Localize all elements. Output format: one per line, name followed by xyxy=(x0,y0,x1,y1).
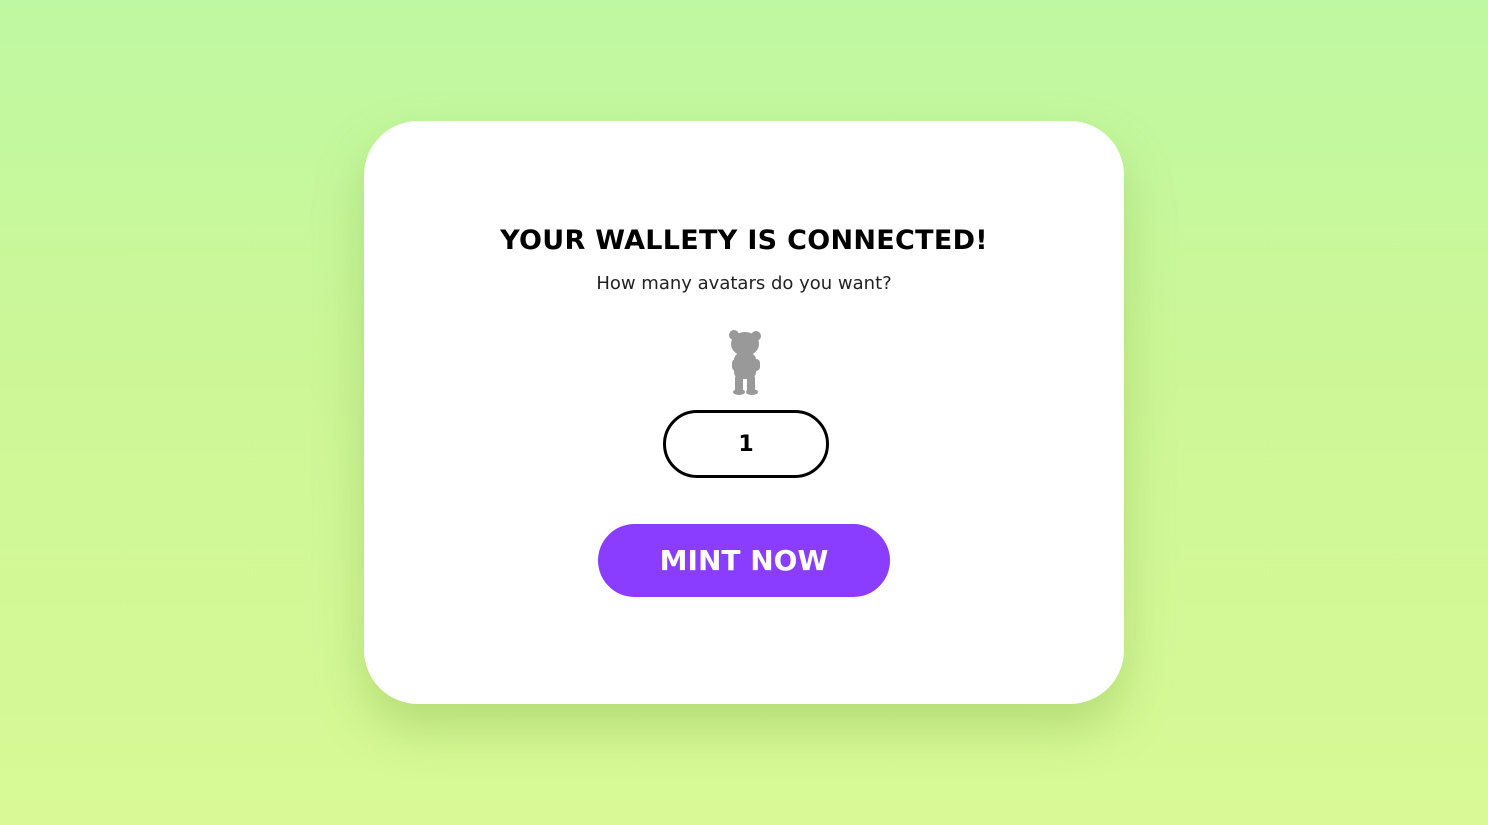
mint-card: YOUR WALLETY IS CONNECTED! How many avat… xyxy=(364,121,1124,704)
page-title: YOUR WALLETY IS CONNECTED! xyxy=(500,225,988,256)
bear-avatar-silhouette-icon xyxy=(729,330,761,395)
subtitle: How many avatars do you want? xyxy=(596,273,892,294)
mint-now-button[interactable]: MINT NOW xyxy=(598,524,890,597)
quantity-input[interactable] xyxy=(663,410,829,478)
